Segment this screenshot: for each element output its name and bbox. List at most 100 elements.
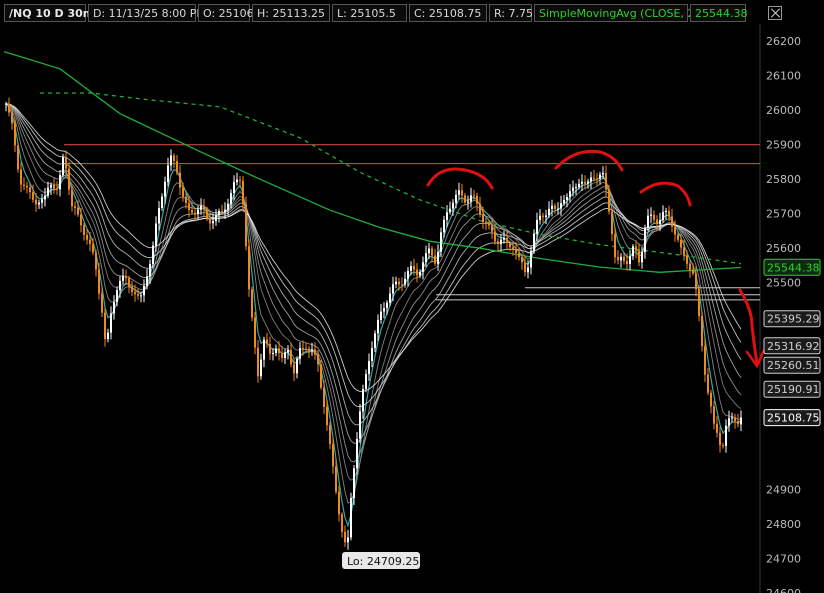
candle-body	[281, 353, 283, 358]
candle-body	[452, 202, 454, 209]
candle-body	[686, 255, 688, 264]
candle-body	[236, 179, 238, 183]
study-label[interactable]: SimpleMovingAvg (CLOSE, 200, 0, no)	[534, 4, 747, 22]
candle-body	[512, 247, 514, 250]
bar-low: L: 25105.5	[332, 4, 407, 22]
candle-body	[437, 251, 439, 264]
candle-body	[362, 389, 364, 412]
y-tick-label: 26100	[766, 70, 801, 83]
bar-high: H: 25113.25	[252, 4, 330, 22]
candle-body	[44, 195, 46, 200]
candle-body	[680, 239, 682, 248]
candle-body	[101, 293, 103, 313]
candle-body	[125, 276, 127, 279]
y-tick-label: 26200	[766, 35, 801, 48]
y-tick-label: 26000	[766, 104, 801, 117]
candle-body	[491, 225, 493, 232]
candle-body	[74, 206, 76, 208]
y-tick-label: 25800	[766, 173, 801, 186]
candle-body	[617, 257, 619, 261]
candle-body	[425, 253, 427, 263]
sma-200-lines	[3, 50, 742, 273]
candle-body	[644, 227, 646, 253]
candle-body	[506, 238, 508, 243]
candle-body	[377, 319, 379, 334]
candle-body	[296, 358, 298, 374]
candle-body	[722, 445, 724, 447]
candle-body	[428, 248, 430, 254]
red-arc	[639, 181, 692, 207]
candle-body	[353, 468, 355, 498]
candle-body	[188, 203, 190, 210]
bar-date: D: 11/13/25 8:00 PM	[88, 4, 206, 22]
candle-body	[707, 374, 709, 393]
candle-body	[611, 211, 613, 235]
candle-body	[470, 195, 472, 202]
candle-body	[719, 432, 721, 446]
candle-body	[23, 184, 25, 186]
candle-body	[401, 284, 403, 286]
candle-body	[215, 215, 217, 222]
candle-body	[587, 181, 589, 184]
candle-body	[149, 264, 151, 277]
candle-body	[374, 333, 376, 349]
candle-body	[17, 145, 19, 170]
close-icon[interactable]	[768, 6, 782, 20]
ribbon-line	[5, 103, 742, 444]
candle-body	[509, 242, 511, 248]
candle-body	[557, 208, 559, 210]
candle-body	[524, 262, 526, 273]
candle-body	[566, 197, 568, 200]
candle-body	[431, 248, 433, 256]
candle-body	[698, 289, 700, 316]
candle-body	[584, 181, 586, 184]
y-tick-label: 24600	[766, 587, 801, 593]
candle-body	[158, 208, 160, 224]
candle-body	[152, 245, 154, 264]
sma-long-dashed-line	[40, 92, 742, 265]
moving-average-ribbon	[5, 103, 742, 528]
candle-body	[131, 286, 133, 293]
candle-body	[449, 208, 451, 213]
candle-body	[317, 354, 319, 365]
candle-body	[629, 256, 631, 264]
candle-body	[716, 423, 718, 433]
candle-body	[443, 219, 445, 233]
candle-body	[410, 266, 412, 271]
candle-body	[287, 350, 289, 353]
symbol-label[interactable]: /NQ 10 D 30m	[4, 4, 94, 22]
study-value: 25544.38	[690, 4, 748, 22]
candle-body	[518, 253, 520, 258]
ribbon-line	[5, 103, 742, 528]
candle-body	[533, 233, 535, 251]
candle-body	[194, 212, 196, 214]
candle-body	[413, 266, 415, 270]
candle-body	[278, 348, 280, 353]
candle-body	[614, 234, 616, 258]
candle-body	[209, 218, 211, 224]
candle-body	[419, 272, 421, 276]
candle-body	[77, 207, 79, 215]
ribbon-line	[5, 103, 742, 463]
candle-body	[653, 214, 655, 220]
candle-body	[407, 270, 409, 279]
candle-body	[578, 183, 580, 188]
candle-body	[473, 195, 475, 197]
candle-body	[383, 308, 385, 312]
candle-body	[116, 290, 118, 303]
candle-body	[416, 269, 418, 276]
candle-body	[638, 250, 640, 263]
candle-body	[32, 192, 34, 200]
bar-open: O: 25106	[198, 4, 254, 22]
candle-body	[467, 201, 469, 203]
candle-body	[422, 262, 424, 272]
candle-body	[164, 181, 166, 197]
candle-body	[539, 215, 541, 220]
candle-body	[593, 177, 595, 179]
candle-body	[479, 203, 481, 215]
y-tick-label: 24700	[766, 553, 801, 566]
low-label-text: Lo: 24709.25	[347, 555, 419, 568]
candlestick-chart[interactable]: 26200 26100 26000 25900 25800 25700 25600 25500…	[0, 0, 824, 593]
candle-body	[251, 289, 253, 318]
candle-body	[671, 216, 673, 227]
